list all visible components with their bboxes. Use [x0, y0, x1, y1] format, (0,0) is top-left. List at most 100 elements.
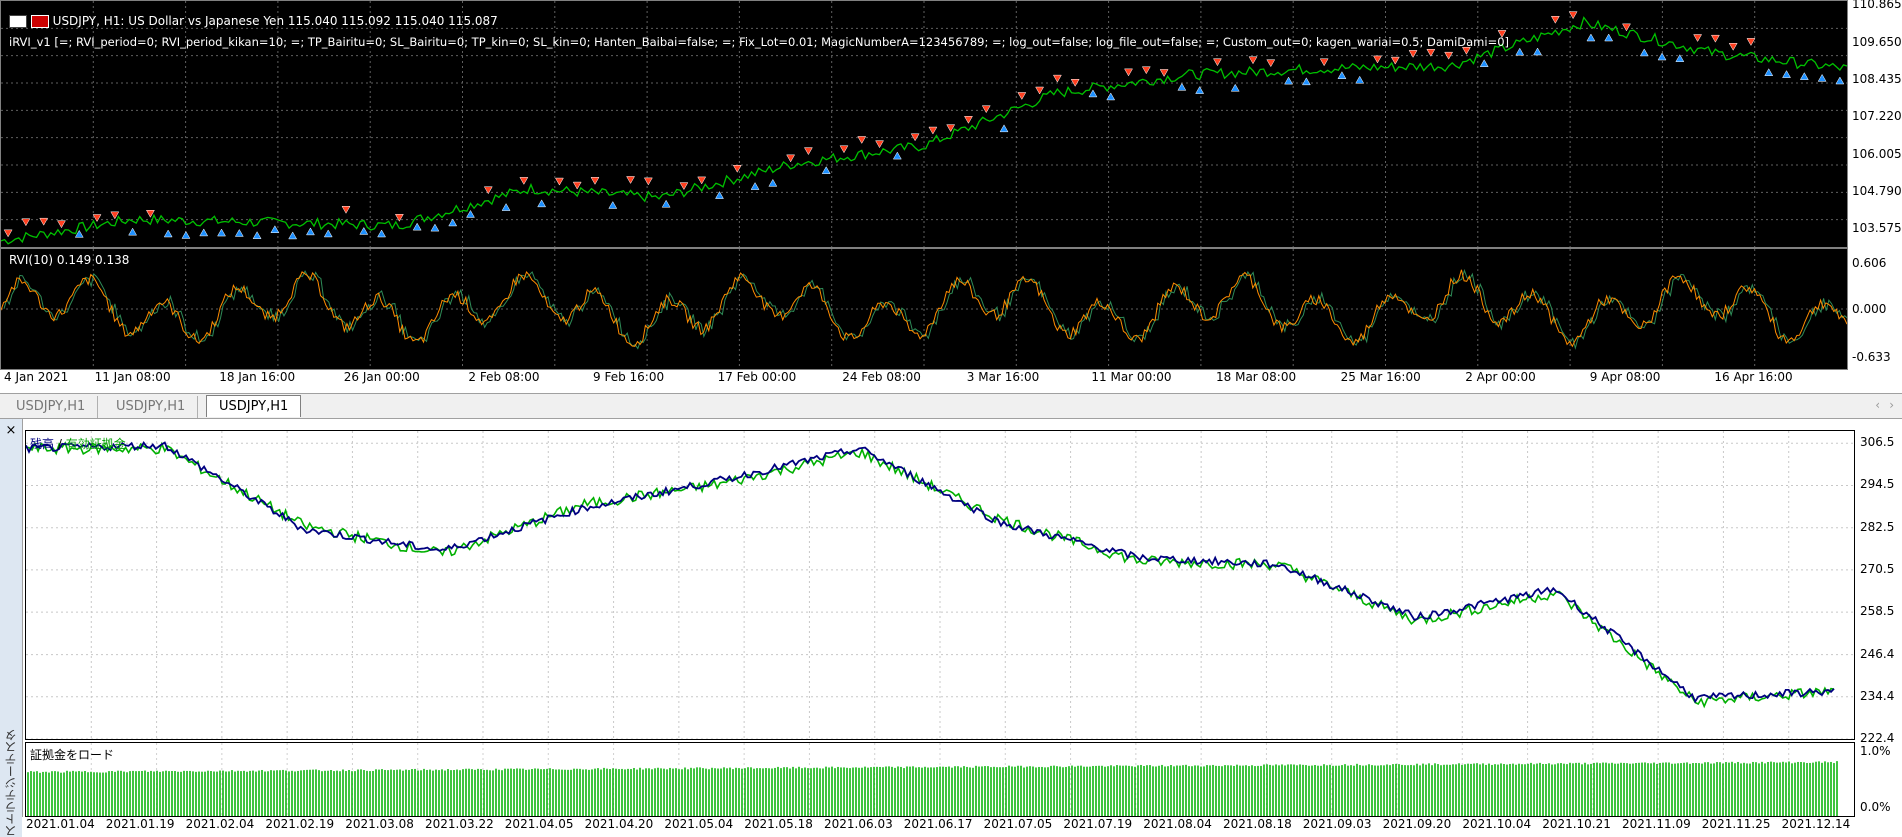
margin-axis: 1.0% 0.0% [1856, 742, 1902, 817]
sell-arrow-icon [643, 177, 653, 186]
sell-arrow-icon [1622, 23, 1631, 32]
sell-arrow-icon [57, 220, 66, 229]
sell-arrow-icon [590, 177, 600, 185]
sell-arrow-icon [626, 176, 635, 184]
date-tick-label: 2021.07.19 [1063, 817, 1133, 831]
sell-arrow-icon [1373, 55, 1382, 64]
time-tick-label: 2 Apr 00:00 [1465, 370, 1536, 384]
sell-arrow-icon [1426, 49, 1436, 57]
price-tick-label: 104.790 [1852, 183, 1902, 198]
time-tick-label: 9 Feb 16:00 [593, 370, 665, 384]
rvi-label: RVI(10) 0.149 0.138 [9, 253, 130, 267]
buy-arrow-icon [1515, 47, 1525, 56]
buy-arrow-icon [1782, 70, 1791, 78]
tab-chart-2[interactable]: USDJPY,H1 [104, 396, 199, 418]
tab-scroll-right-icon[interactable]: › [1889, 398, 1894, 412]
margin-load-label: 証拠金をロード [30, 748, 115, 762]
time-tick-label: 16 Apr 16:00 [1714, 370, 1793, 384]
sell-arrow-icon [857, 136, 867, 144]
date-tick-label: 2021.02.04 [185, 817, 255, 831]
buy-arrow-icon [306, 227, 315, 236]
sell-arrow-icon [3, 229, 13, 238]
buy-arrow-icon [323, 229, 333, 238]
rvi-tick-label: 0.606 [1852, 256, 1887, 270]
balance-tick-label: 234.4 [1860, 688, 1895, 703]
buy-arrow-icon [199, 228, 209, 237]
date-tick-label: 2021.01.19 [105, 817, 175, 831]
time-tick-label: 2 Feb 08:00 [468, 370, 540, 384]
time-axis: 4 Jan 2021 11 Jan 08:00 18 Jan 16:00 26 Jan… [0, 370, 1902, 392]
close-icon[interactable]: × [4, 424, 18, 438]
balance-axis: 306.5 294.5 282.5 270.5 258.5 246.4 234.4 222.4 [1856, 430, 1902, 745]
sell-arrow-icon [1017, 92, 1027, 100]
legend-separator: / [54, 437, 66, 451]
rvi-axis: 0.606 0.000 -0.633 [1848, 248, 1902, 370]
time-tick-label: 18 Jan 16:00 [219, 370, 296, 384]
sell-arrow-icon [928, 126, 938, 135]
balance-graph-canvas [25, 431, 1854, 740]
chart-window-icon [9, 15, 27, 28]
date-tick-label: 2021.04.20 [584, 817, 654, 831]
buy-arrow-icon [661, 199, 671, 208]
tester-vertical-title: ストラテジーテスター [4, 729, 35, 837]
balance-legend: 残高 / 有効証拠金 [30, 435, 126, 452]
balance-tick-label: 282.5 [1860, 519, 1895, 534]
sell-arrow-icon [875, 140, 884, 149]
date-tick-label: 2021.06.17 [903, 817, 973, 831]
buy-arrow-icon [608, 200, 618, 209]
symbol-description: USDJPY, H1: US Dollar vs Japanese Yen 11… [52, 14, 498, 28]
time-tick-label: 3 Mar 16:00 [966, 370, 1040, 384]
indicator-parameters: iRVI_v1 [=; RVI_period=0; RVI_period_kik… [9, 35, 1510, 49]
sell-arrow-icon [1693, 34, 1703, 43]
date-tick-label: 2021.08.04 [1143, 817, 1212, 831]
price-tick-label: 109.650 [1852, 34, 1902, 49]
sell-arrow-icon [697, 176, 707, 185]
buy-arrow-icon [892, 151, 902, 160]
sell-arrow-icon [1159, 69, 1169, 77]
date-tick-label: 2021.07.05 [983, 817, 1053, 831]
sell-arrow-icon [1213, 58, 1222, 67]
buy-arrow-icon [1835, 76, 1845, 85]
margin-tick-label: 0.0% [1860, 800, 1891, 814]
margin-load-panel: 証拠金をロード [25, 742, 1855, 817]
tab-scroll-left-icon[interactable]: ‹ [1875, 398, 1880, 412]
time-tick-label: 4 Jan 2021 [4, 370, 69, 384]
sell-arrow-icon [519, 177, 529, 185]
date-tick-label: 2021.08.18 [1223, 817, 1292, 831]
buy-arrow-icon [821, 166, 831, 174]
tab-chart-1[interactable]: USDJPY,H1 [4, 396, 99, 418]
buy-arrow-icon [1284, 76, 1294, 85]
buy-arrow-icon [412, 222, 422, 231]
buy-arrow-icon [768, 178, 778, 187]
buy-arrow-icon [163, 229, 173, 238]
date-tick-label: 2021.04.05 [504, 817, 574, 831]
sell-arrow-icon [92, 214, 102, 223]
buy-arrow-icon [1604, 33, 1614, 42]
price-chart-panel[interactable]: USDJPY, H1: US Dollar vs Japanese Yen 11… [0, 0, 1848, 248]
sell-arrow-icon [1746, 38, 1756, 46]
sell-arrow-icon [786, 154, 796, 163]
rvi-canvas [0, 249, 1851, 369]
sell-arrow-icon [1408, 50, 1418, 58]
rvi-tick-label: 0.000 [1852, 302, 1887, 316]
sell-arrow-icon [1141, 66, 1151, 75]
balance-tick-label: 306.5 [1860, 435, 1895, 450]
rvi-tick-label: -0.633 [1852, 350, 1891, 364]
sell-arrow-icon [1248, 56, 1258, 65]
buy-arrow-icon [1764, 68, 1774, 76]
time-tick-label: 26 Jan 00:00 [343, 370, 420, 384]
rvi-indicator-panel[interactable]: RVI(10) 0.149 0.138 [0, 248, 1851, 370]
buy-arrow-icon [1657, 52, 1667, 61]
date-tick-label: 2021.01.04 [26, 817, 95, 831]
date-tick-label: 2021.10.21 [1542, 817, 1611, 831]
buy-arrow-icon [1479, 59, 1489, 67]
time-tick-label: 18 Mar 08:00 [1216, 370, 1297, 384]
buy-arrow-icon [1337, 71, 1347, 79]
balance-tick-label: 270.5 [1860, 561, 1895, 576]
sell-arrow-icon [39, 217, 49, 226]
buy-arrow-icon [999, 124, 1009, 133]
date-tick-label: 2021.12.14 [1781, 817, 1851, 831]
sell-arrow-icon [572, 181, 582, 190]
tab-chart-3[interactable]: USDJPY,H1 [206, 395, 302, 417]
buy-arrow-icon [128, 227, 138, 236]
